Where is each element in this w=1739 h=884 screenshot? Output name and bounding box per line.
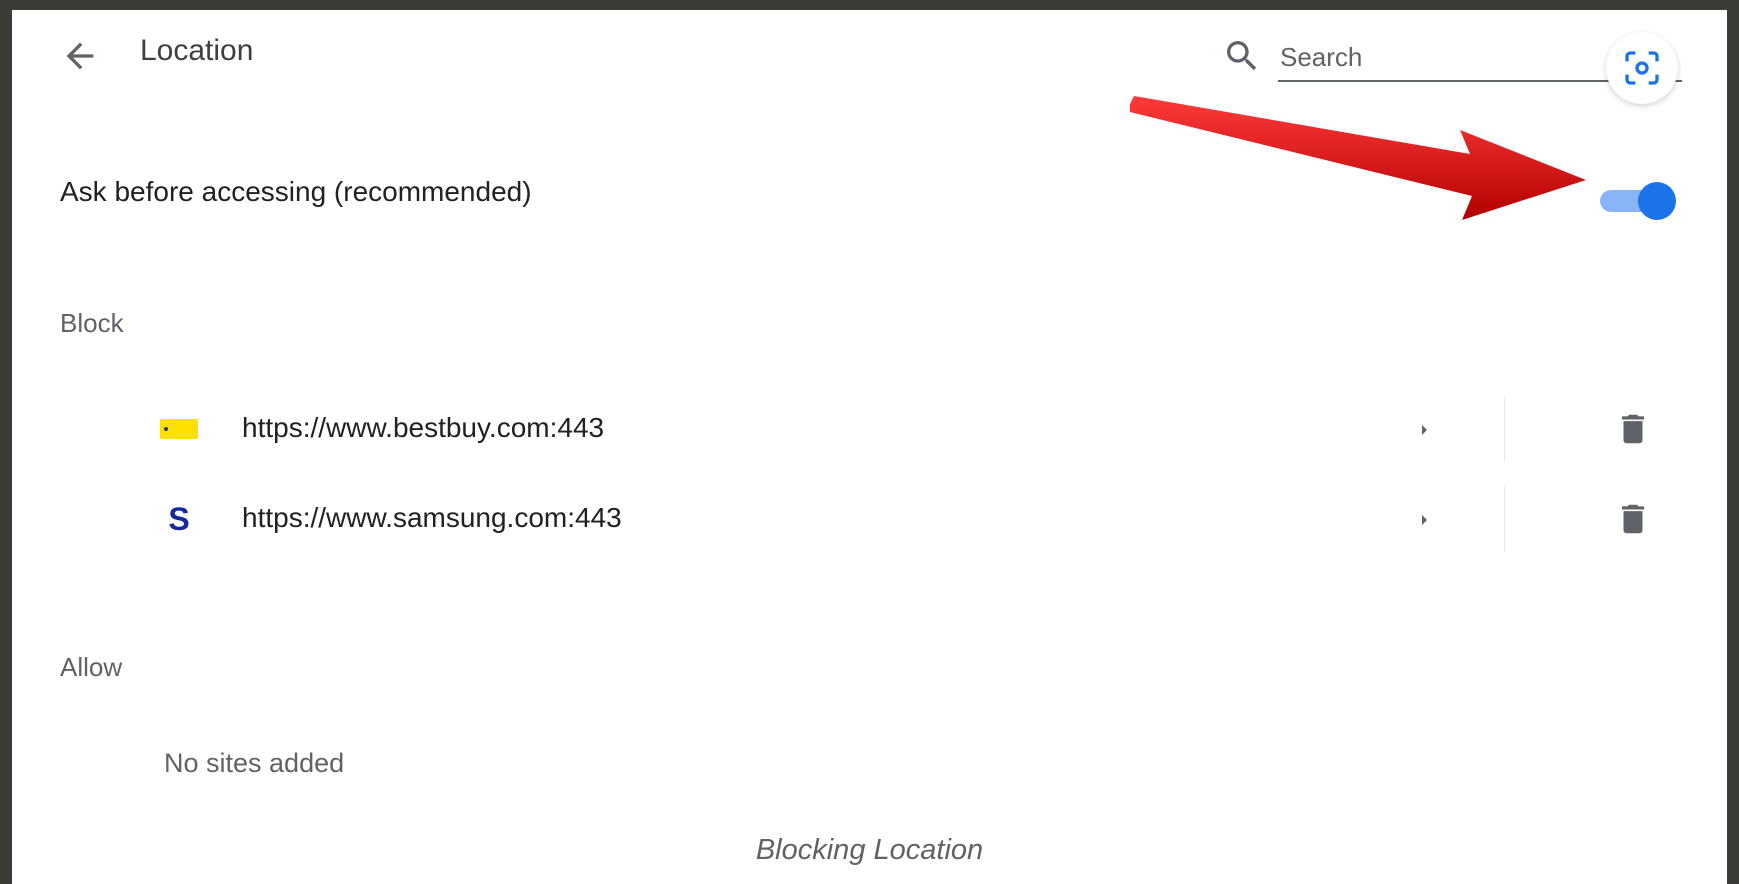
no-sites-message: No sites added (164, 748, 345, 778)
trash-icon (1621, 504, 1645, 534)
lens-button[interactable] (1606, 32, 1678, 104)
samsung-letter-icon: S (168, 500, 190, 537)
row-separator (1504, 396, 1505, 462)
screenshot-frame: Location Ask before accessing (recommend… (0, 0, 1739, 884)
allow-heading: Allow (60, 652, 123, 682)
arrow-right-icon (1422, 425, 1427, 435)
block-heading: Block (60, 308, 124, 338)
site-url[interactable]: https://www.bestbuy.com:443 (242, 412, 604, 444)
row-expand-button[interactable] (1402, 498, 1446, 542)
lens-scan-icon (1625, 51, 1659, 85)
back-button[interactable] (48, 28, 112, 84)
ask-before-accessing-toggle[interactable] (1596, 180, 1678, 222)
samsung-favicon: S (160, 500, 198, 538)
arrow-right-icon (1422, 515, 1427, 525)
annotation-arrow (1130, 96, 1586, 220)
blocked-site-row[interactable]: S https://www.samsung.com:443 (142, 474, 1702, 564)
settings-panel: Location Ask before accessing (recommend… (12, 10, 1727, 884)
page-title: Location (140, 34, 254, 67)
bestbuy-tag-icon (160, 419, 198, 439)
delete-site-button[interactable] (1608, 404, 1658, 454)
row-expand-button[interactable] (1402, 408, 1446, 452)
arrow-back-icon (66, 42, 94, 70)
trash-icon (1621, 414, 1645, 444)
image-caption: Blocking Location (755, 834, 984, 866)
search-icon (1227, 41, 1257, 71)
row-separator (1504, 486, 1505, 552)
ask-before-accessing-label: Ask before accessing (recommended) (60, 176, 532, 207)
bestbuy-favicon (160, 410, 198, 448)
blocked-site-row[interactable]: https://www.bestbuy.com:443 (142, 384, 1702, 474)
toggle-knob (1638, 182, 1676, 220)
site-url[interactable]: https://www.samsung.com:443 (242, 502, 622, 534)
delete-site-button[interactable] (1608, 494, 1658, 544)
